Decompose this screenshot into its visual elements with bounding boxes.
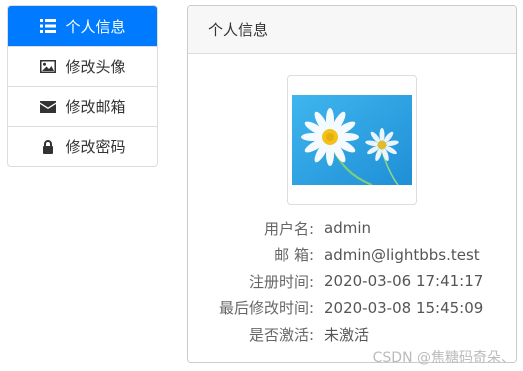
field-value: 2020-03-06 17:41:17 xyxy=(324,272,484,291)
profile-info: 用户名: admin 邮 箱: admin@lightbbs.test 注册时间… xyxy=(188,215,516,348)
profile-panel: 个人信息 用户名: admin 邮 箱: admin@lightbbs.test… xyxy=(187,5,517,363)
sidebar-item-label: 修改头像 xyxy=(65,58,126,76)
sidebar-item-label: 个人信息 xyxy=(65,17,126,36)
field-row-registered: 注册时间: 2020-03-06 17:41:17 xyxy=(188,268,516,295)
field-row-activated: 是否激活: 未激活 xyxy=(188,321,516,348)
sidebar-item-change-avatar[interactable]: 修改头像 xyxy=(8,46,157,86)
sidebar-item-label: 修改邮箱 xyxy=(65,98,126,116)
field-label: 注册时间: xyxy=(248,272,314,291)
sidebar-item-change-email[interactable]: 修改邮箱 xyxy=(8,86,157,126)
field-value: 未激活 xyxy=(324,325,370,344)
watermark: CSDN @焦糖码奇朵、 xyxy=(372,350,515,366)
sidebar-item-profile[interactable]: 个人信息 xyxy=(8,6,157,46)
field-label: 用户名: xyxy=(263,219,314,238)
field-value: admin@lightbbs.test xyxy=(324,245,480,264)
image-icon xyxy=(39,59,57,75)
field-row-last-modified: 最后修改时间: 2020-03-08 15:45:09 xyxy=(188,295,516,322)
field-label: 最后修改时间: xyxy=(218,299,314,318)
envelope-icon xyxy=(39,99,57,115)
field-value: admin xyxy=(324,219,371,238)
lock-icon xyxy=(39,139,57,155)
field-row-username: 用户名: admin xyxy=(188,215,516,242)
field-row-email: 邮 箱: admin@lightbbs.test xyxy=(188,242,516,269)
sidebar-item-change-password[interactable]: 修改密码 xyxy=(8,126,157,166)
panel-title: 个人信息 xyxy=(188,6,516,54)
sidebar-item-label: 修改密码 xyxy=(65,138,126,156)
sidebar-nav: 个人信息 修改头像 修改邮箱 修改密码 xyxy=(7,5,158,167)
daisy-avatar-image xyxy=(292,95,412,185)
field-label: 邮 箱: xyxy=(274,246,314,265)
field-value: 2020-03-08 15:45:09 xyxy=(324,298,484,317)
avatar[interactable] xyxy=(287,75,417,205)
list-icon xyxy=(39,18,57,34)
field-label: 是否激活: xyxy=(248,325,314,344)
